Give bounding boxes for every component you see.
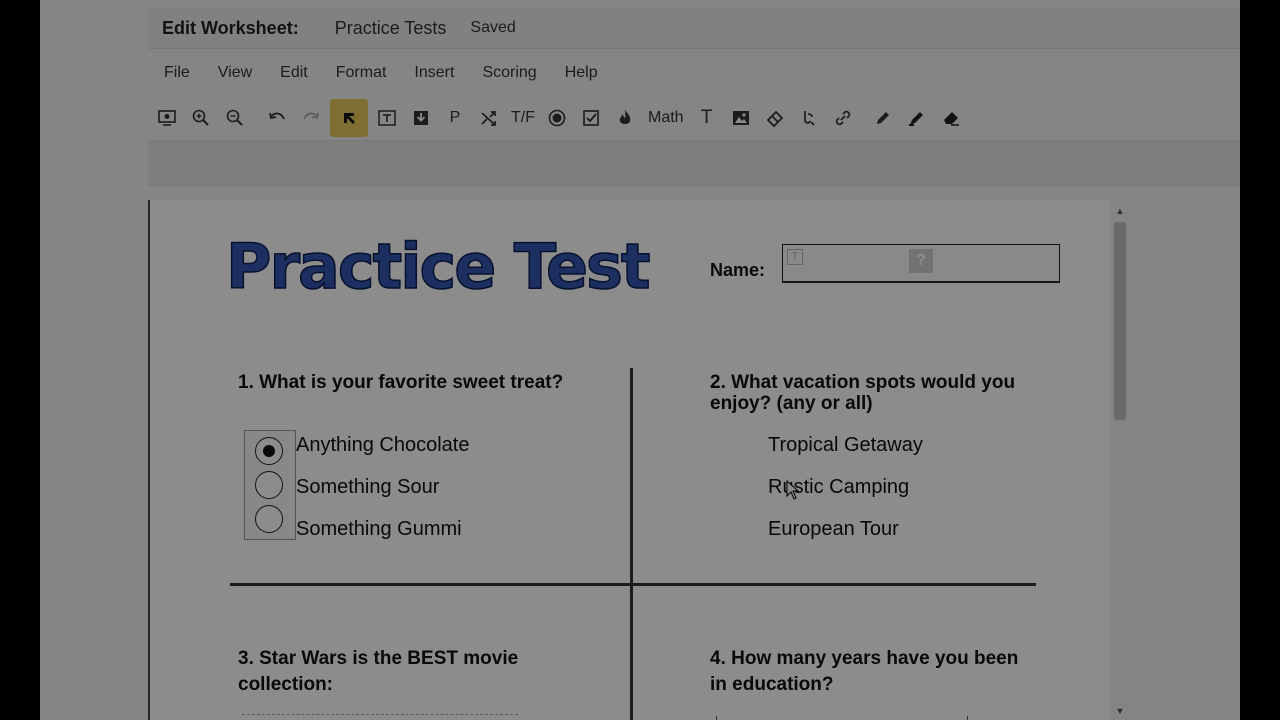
paragraph-button[interactable]: P: [440, 99, 470, 137]
true-false-icon: T/F: [511, 109, 535, 126]
zoom-out-button[interactable]: [220, 99, 250, 137]
math-button[interactable]: Math: [644, 99, 688, 137]
worksheet-logo: Practice Test: [225, 229, 651, 304]
question-1-radio-group[interactable]: [244, 430, 296, 540]
paragraph-icon: P: [449, 109, 461, 126]
audio-button[interactable]: [794, 99, 824, 137]
zoom-out-icon: [226, 109, 243, 126]
redo-icon: [303, 112, 319, 120]
select-arrow-icon: [344, 113, 355, 124]
pencil-button[interactable]: [868, 99, 898, 137]
document-name[interactable]: Practice Tests: [335, 18, 447, 39]
question-1-option-1: Anything Chocolate: [296, 434, 470, 456]
erase-ink-icon: [943, 112, 959, 126]
text-icon: T: [700, 107, 713, 128]
marker-icon: [908, 112, 923, 126]
question-1-option-2: Something Sour: [296, 476, 440, 498]
link-button[interactable]: [828, 99, 858, 137]
quadrant-divider-horizontal: [230, 583, 1036, 586]
shuffle-icon: [481, 111, 496, 126]
name-field[interactable]: T ?: [782, 244, 1060, 283]
text-button[interactable]: T: [692, 99, 722, 137]
name-label: Name:: [710, 260, 766, 280]
secondary-toolbar: [148, 140, 1240, 186]
save-status: Saved: [470, 19, 516, 36]
undo-icon: [269, 112, 285, 120]
preview-icon: [158, 110, 176, 126]
app-window: Edit Worksheet: Practice Tests Saved Fil…: [40, 0, 1240, 720]
ink-eraser-button[interactable]: [936, 99, 966, 137]
scroll-up-icon[interactable]: ▲: [1112, 204, 1128, 218]
preview-button[interactable]: [152, 99, 182, 137]
scroll-down-icon[interactable]: ▼: [1112, 704, 1128, 718]
title-bar: Edit Worksheet: Practice Tests Saved: [148, 8, 1240, 49]
select-tool-button[interactable]: [330, 99, 368, 137]
eraser-icon: [766, 110, 783, 128]
radio-option-3[interactable]: [255, 505, 283, 533]
math-label: Math: [648, 109, 684, 126]
checkbox-icon: [583, 110, 599, 126]
menu-help[interactable]: Help: [565, 64, 598, 82]
menu-insert[interactable]: Insert: [414, 64, 454, 82]
image-button[interactable]: [726, 99, 756, 137]
radio-option-1[interactable]: [255, 437, 283, 465]
menu-scoring[interactable]: Scoring: [482, 64, 536, 82]
canvas-scrollbar[interactable]: ▲ ▼: [1112, 204, 1128, 718]
menu-bar: File View Edit Format Insert Scoring Hel…: [148, 52, 1240, 94]
question-1-option-3: Something Gummi: [296, 518, 462, 540]
fire-button[interactable]: [610, 99, 640, 137]
multiple-choice-button[interactable]: [542, 99, 572, 137]
menu-edit[interactable]: Edit: [280, 64, 308, 82]
title-label: Edit Worksheet:: [162, 17, 299, 38]
link-icon: [835, 110, 850, 126]
question-4-answer-area[interactable]: [716, 716, 968, 720]
redo-button[interactable]: [296, 99, 326, 137]
download-icon: [414, 111, 428, 125]
menu-format[interactable]: Format: [336, 64, 387, 82]
shuffle-button[interactable]: [474, 99, 504, 137]
mouse-cursor-icon: [786, 480, 800, 500]
pencil-icon: [876, 112, 889, 124]
zoom-in-icon: [192, 109, 209, 126]
question-2-option-1: Tropical Getaway: [768, 434, 923, 456]
quadrant-divider-vertical: [630, 368, 633, 720]
audio-icon: [803, 111, 815, 126]
text-box-icon: [378, 110, 396, 126]
question-3-answer-area[interactable]: [242, 714, 518, 720]
menu-view[interactable]: View: [218, 64, 252, 82]
zoom-in-button[interactable]: [186, 99, 216, 137]
text-field-icon: T: [787, 249, 803, 265]
checkbox-button[interactable]: [576, 99, 606, 137]
text-box-button[interactable]: [372, 99, 402, 137]
scroll-thumb[interactable]: [1114, 222, 1126, 420]
question-4-text: 4. How many years have you been in educa…: [710, 648, 1019, 695]
help-icon[interactable]: ?: [909, 249, 933, 273]
radio-option-2[interactable]: [255, 471, 283, 499]
question-3-text: 3. Star Wars is the BEST movie collectio…: [238, 648, 519, 695]
undo-button[interactable]: [262, 99, 292, 137]
download-button[interactable]: [406, 99, 436, 137]
radio-icon: [548, 109, 566, 127]
fire-icon: [619, 110, 631, 124]
image-icon: [732, 111, 749, 125]
toolbar: P T/F Math T: [148, 98, 1240, 138]
question-2-text: 2. What vacation spots would you enjoy? …: [710, 372, 1016, 414]
menu-file[interactable]: File: [164, 64, 190, 82]
marker-button[interactable]: [902, 99, 932, 137]
question-1-text: 1. What is your favorite sweet treat?: [238, 372, 564, 393]
worksheet-canvas[interactable]: Practice Test Name: T ? 1. What is your …: [148, 200, 1110, 720]
eraser-button[interactable]: [760, 99, 790, 137]
true-false-button[interactable]: T/F: [508, 99, 538, 137]
question-2-option-3: European Tour: [768, 518, 899, 540]
